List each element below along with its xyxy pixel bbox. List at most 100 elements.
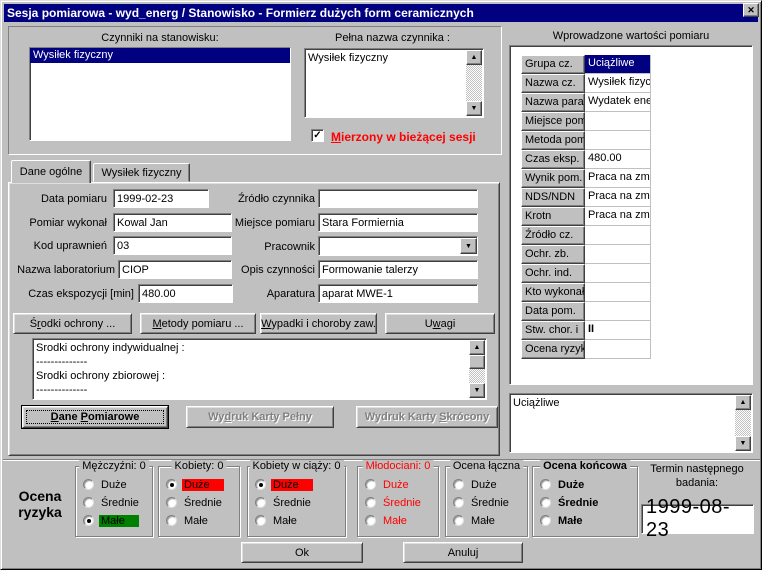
full-name-scrollbar[interactable]: ▲ ▼ xyxy=(466,50,482,116)
radio-srednie[interactable]: Średnie xyxy=(540,496,600,509)
row-value[interactable]: Uciążliwe xyxy=(585,55,651,74)
tab-dane-ogolne[interactable]: Dane ogólne xyxy=(11,160,91,183)
dane-pomiarowe-button[interactable]: Dane Pomiarowe xyxy=(22,406,168,428)
group-title: Kobiety w ciąży: 0 xyxy=(249,460,343,472)
kod-uprawnien-input[interactable] xyxy=(113,236,232,255)
row-value[interactable] xyxy=(585,245,651,264)
row-value[interactable] xyxy=(585,226,651,245)
scroll-down-button[interactable]: ▼ xyxy=(466,101,482,116)
summary-textbox[interactable]: Uciążliwe ▲ ▼ xyxy=(509,393,753,453)
row-value[interactable] xyxy=(585,112,651,131)
radio-icon xyxy=(365,515,376,526)
chevron-down-icon: ▼ xyxy=(465,243,472,250)
zrodlo-czynnika-input[interactable] xyxy=(318,189,478,208)
radio-srednie[interactable]: Średnie xyxy=(365,496,423,509)
radio-icon xyxy=(540,479,551,490)
row-value[interactable]: II xyxy=(585,321,651,340)
radio-duze[interactable]: Duże xyxy=(453,478,499,491)
radio-duze[interactable]: Duże xyxy=(83,478,129,491)
risk-group-mezczyzni: Mężczyźni: 0 Duże Średnie Małe xyxy=(75,466,153,537)
full-name-textbox[interactable]: Wysiłek fizyczny ▲ ▼ xyxy=(304,48,484,118)
notes-textarea[interactable]: Srodki ochrony indywidualnej : ---------… xyxy=(32,338,487,400)
notes-scrollbar[interactable]: ▲ ▼ xyxy=(469,340,485,398)
radio-srednie[interactable]: Średnie xyxy=(166,496,224,509)
wydruk-karty-skrocony-button[interactable]: Wydruk Karty Skrócony xyxy=(356,406,498,428)
aparatura-input[interactable] xyxy=(318,284,478,303)
radio-label: Średnie xyxy=(271,497,313,509)
row-value[interactable]: Wysiłek fizyc xyxy=(585,74,651,93)
close-button[interactable]: ✕ xyxy=(743,3,759,17)
radio-srednie[interactable]: Średnie xyxy=(453,496,511,509)
radio-icon xyxy=(255,479,266,490)
wydruk-karty-pelny-button[interactable]: Wydruk Karty Pełny xyxy=(186,406,334,428)
risk-group-ocena-koncowa: Ocena końcowa Duże Średnie Małe xyxy=(532,466,638,537)
pracownik-combobox[interactable] xyxy=(318,236,478,256)
data-pomiaru-input[interactable] xyxy=(113,189,209,208)
srodki-ochrony-button[interactable]: Środki ochrony ... xyxy=(13,313,132,334)
scroll-up-button[interactable]: ▲ xyxy=(466,50,482,65)
row-label: NDS/NDN xyxy=(521,188,585,207)
next-exam-date-field[interactable]: 1999-08-23 xyxy=(641,504,754,534)
radio-male[interactable]: Małe xyxy=(83,514,139,527)
pomiar-wykonal-input[interactable] xyxy=(113,213,232,232)
uwagi-button[interactable]: Uwagi xyxy=(385,313,495,334)
czas-ekspozycji-input[interactable] xyxy=(138,284,233,303)
radio-duze[interactable]: Duże xyxy=(255,478,313,491)
radio-label: Duże xyxy=(381,479,411,491)
scroll-thumb[interactable] xyxy=(469,355,485,369)
radio-duze[interactable]: Duże xyxy=(365,478,411,491)
row-value[interactable]: Praca na zmi xyxy=(585,169,651,188)
scroll-up-button[interactable]: ▲ xyxy=(735,395,751,410)
radio-male[interactable]: Małe xyxy=(255,514,299,527)
row-value[interactable]: Wydatek ene xyxy=(585,93,651,112)
row-value[interactable] xyxy=(585,264,651,283)
row-label: Kto wykonał xyxy=(521,283,585,302)
measured-checkbox[interactable]: ✓ xyxy=(311,129,324,142)
row-value[interactable]: 480.00 xyxy=(585,150,651,169)
tab-wysilek-fizyczny[interactable]: Wysiłek fizyczny xyxy=(93,163,190,182)
radio-male[interactable]: Małe xyxy=(453,514,497,527)
nazwa-laboratorium-input[interactable] xyxy=(118,260,232,279)
group-title: Mężczyźni: 0 xyxy=(79,460,149,472)
anuluj-button[interactable]: Anuluj xyxy=(403,542,523,563)
wypadki-choroby-button[interactable]: Wypadki i choroby zaw. xyxy=(260,313,377,334)
close-icon: ✕ xyxy=(747,6,755,15)
scroll-up-button[interactable]: ▲ xyxy=(469,340,485,355)
row-label: Grupa cz. xyxy=(521,55,585,74)
radio-label: Duże xyxy=(182,479,224,491)
ok-button[interactable]: Ok xyxy=(241,542,363,563)
list-item-factor[interactable]: Wysiłek fizyczny xyxy=(30,48,290,63)
next-exam-label: Termin następnego badania: xyxy=(639,462,755,490)
scroll-down-button[interactable]: ▼ xyxy=(735,436,751,451)
row-value[interactable]: Praca na zmi xyxy=(585,188,651,207)
radio-duze[interactable]: Duże xyxy=(540,478,586,491)
radio-srednie[interactable]: Średnie xyxy=(255,496,313,509)
row-label: Nazwa cz. xyxy=(521,74,585,93)
miejsce-pomiaru-input[interactable] xyxy=(318,213,478,232)
row-value[interactable] xyxy=(585,340,651,359)
metody-pomiaru-button[interactable]: Metody pomiaru ... xyxy=(140,313,256,334)
scroll-up-icon: ▲ xyxy=(474,344,481,351)
radio-male[interactable]: Małe xyxy=(166,514,210,527)
row-label: Wynik pom. xyxy=(521,169,585,188)
radio-male[interactable]: Małe xyxy=(540,514,584,527)
radio-srednie[interactable]: Średnie xyxy=(83,496,141,509)
pracownik-dropdown-button[interactable]: ▼ xyxy=(460,238,477,254)
row-value[interactable] xyxy=(585,131,651,150)
dialog-window: Sesja pomiarowa - wyd_energ / Stanowisko… xyxy=(0,0,762,570)
scroll-down-button[interactable]: ▼ xyxy=(469,383,485,398)
row-value[interactable] xyxy=(585,283,651,302)
factors-listbox[interactable]: Wysiłek fizyczny xyxy=(29,47,291,141)
opis-czynnosci-input[interactable] xyxy=(318,260,478,279)
radio-male[interactable]: Małe xyxy=(365,514,409,527)
radio-label: Średnie xyxy=(99,497,141,509)
kod-uprawnien-label: Kod uprawnień xyxy=(19,240,107,252)
risk-section-label: Ocena ryzyka xyxy=(11,488,69,520)
radio-icon xyxy=(255,515,266,526)
row-value[interactable]: Praca na zmi xyxy=(585,207,651,226)
radio-duze[interactable]: Duże xyxy=(166,478,224,491)
button-label: Anuluj xyxy=(448,547,479,559)
czas-ekspozycji-label: Czas ekspozycji [min] xyxy=(21,288,134,300)
summary-scrollbar[interactable]: ▲ ▼ xyxy=(735,395,751,451)
row-value[interactable] xyxy=(585,302,651,321)
